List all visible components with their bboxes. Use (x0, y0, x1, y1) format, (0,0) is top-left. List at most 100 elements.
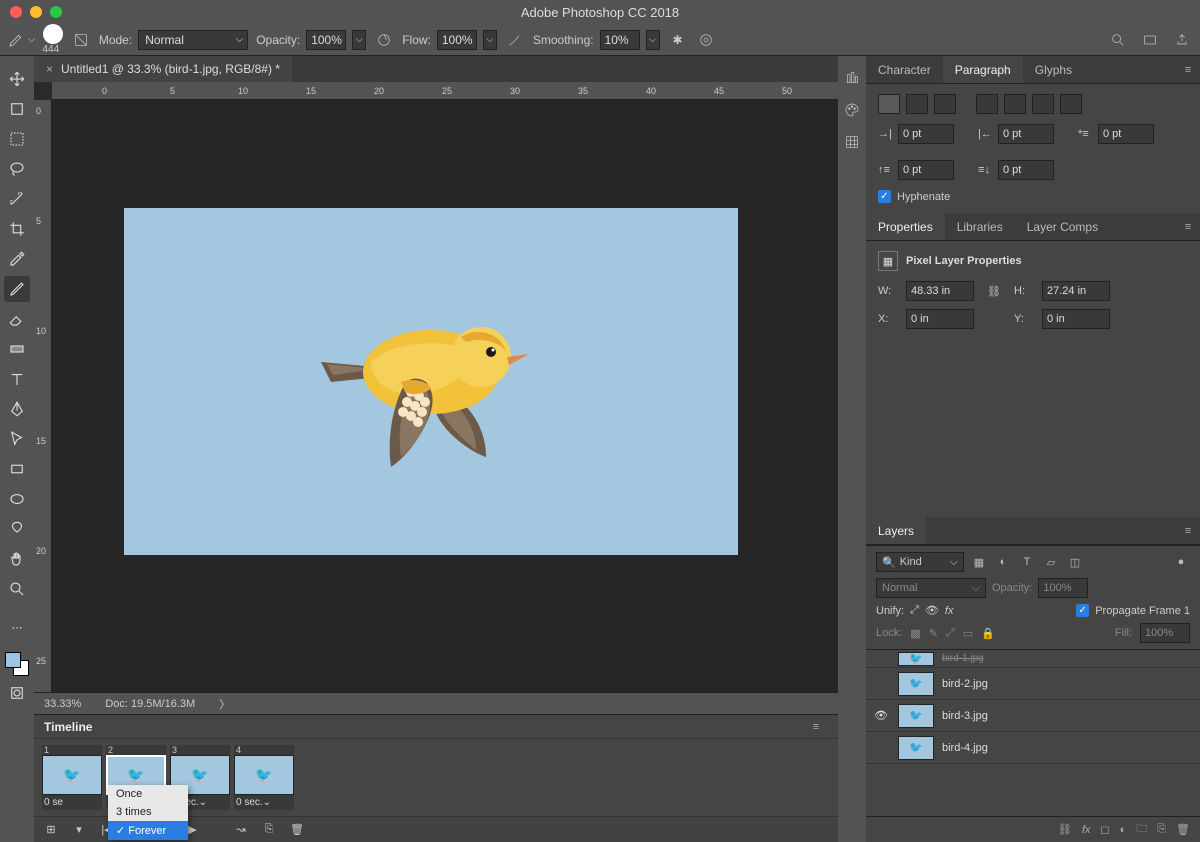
horizontal-ruler[interactable]: 05101520253035404550 (52, 82, 838, 100)
layer-name[interactable]: bird-4.jpg (942, 742, 988, 754)
layer-fill-input[interactable]: 100% (1140, 623, 1190, 643)
new-layer-icon[interactable]: ⎘ (1157, 823, 1166, 836)
layer-mask-icon[interactable]: ◻ (1100, 823, 1109, 836)
panel-tab-layer-comps[interactable]: Layer Comps (1015, 213, 1110, 240)
mode-dropdown[interactable]: Normal (138, 30, 248, 50)
color-panel-icon[interactable] (842, 100, 862, 120)
share-icon[interactable] (1172, 30, 1192, 50)
crop-tool-icon[interactable] (4, 216, 30, 242)
convert-timeline-icon[interactable]: ⊞ (42, 823, 60, 836)
properties-panel-menu-icon[interactable]: ≡ (1176, 213, 1200, 240)
frame-delay-dropdown[interactable]: 0 sec.⌄ (234, 795, 294, 810)
layer-filter-kind-dropdown[interactable]: 🔍Kind ⌵ (876, 552, 964, 572)
ellipse-tool-icon[interactable] (4, 486, 30, 512)
indent-left-input[interactable]: 0 pt (898, 124, 954, 144)
loop-option[interactable]: Once (108, 785, 188, 803)
layer-visibility-icon[interactable]: 👁 (872, 709, 890, 722)
doc-size-label[interactable]: Doc: 19.5M/16.3M (105, 698, 195, 710)
delete-layer-icon[interactable]: 🗑 (1176, 823, 1190, 836)
smoothing-chevron-icon[interactable]: ⌵ (646, 30, 660, 50)
frame-delay-dropdown[interactable]: 0 se (42, 795, 102, 810)
magic-wand-tool-icon[interactable] (4, 186, 30, 212)
space-before-input[interactable]: 0 pt (898, 160, 954, 180)
filter-smart-icon[interactable]: ◫ (1066, 556, 1084, 569)
canvas-viewport[interactable] (52, 100, 838, 692)
gradient-tool-icon[interactable] (4, 336, 30, 362)
justify-right-button[interactable] (1032, 94, 1054, 114)
filter-type-icon[interactable]: T (1018, 556, 1036, 568)
smoothing-input[interactable]: 10% (600, 30, 640, 50)
move-tool-icon[interactable] (4, 66, 30, 92)
flow-input[interactable]: 100% (437, 30, 477, 50)
timeline-frame[interactable]: 1🐦0 se (42, 745, 102, 810)
search-icon[interactable] (1108, 30, 1128, 50)
filter-toggle-icon[interactable]: ● (1172, 556, 1190, 568)
filter-pixel-icon[interactable]: ▦ (970, 556, 988, 569)
height-input[interactable]: 27.24 in (1042, 281, 1110, 301)
width-input[interactable]: 48.33 in (906, 281, 974, 301)
type-panel-menu-icon[interactable]: ≡ (1176, 56, 1200, 83)
indent-first-input[interactable]: 0 pt (1098, 124, 1154, 144)
layer-row[interactable]: 👁🐦bird-3.jpg (866, 700, 1200, 732)
layers-tab[interactable]: Layers (866, 517, 926, 544)
link-dimensions-icon[interactable]: ⛓ (984, 285, 1004, 298)
eraser-tool-icon[interactable] (4, 306, 30, 332)
link-layers-icon[interactable]: ⛓ (1058, 823, 1072, 836)
vertical-ruler[interactable]: 0510152025 (34, 100, 52, 692)
layer-row[interactable]: 🐦bird-1.jpg (866, 650, 1200, 668)
pen-tool-icon[interactable] (4, 396, 30, 422)
lock-all-icon[interactable]: 🔒 (981, 627, 995, 640)
lock-transparency-icon[interactable]: ▩ (910, 627, 920, 640)
window-arrange-icon[interactable] (1140, 30, 1160, 50)
justify-left-button[interactable] (976, 94, 998, 114)
unify-style-icon[interactable]: fx (945, 605, 954, 617)
status-chevron-icon[interactable]: 〉 (219, 696, 230, 712)
layer-row[interactable]: 🐦 bird-4.jpg (866, 732, 1200, 764)
layer-thumbnail[interactable]: 🐦 (898, 704, 934, 728)
canvas[interactable] (124, 208, 738, 555)
panel-tab-properties[interactable]: Properties (866, 213, 945, 240)
blend-mode-dropdown[interactable]: Normal⌵ (876, 578, 986, 598)
timeline-frame[interactable]: 4🐦0 sec.⌄ (234, 745, 294, 810)
airbrush-icon[interactable] (505, 30, 525, 50)
marquee-tool-icon[interactable] (4, 126, 30, 152)
loop-option[interactable]: Forever (108, 821, 188, 840)
opacity-chevron-icon[interactable]: ⌵ (352, 30, 366, 50)
panel-tab-libraries[interactable]: Libraries (945, 213, 1015, 240)
timeline-menu-icon[interactable]: ≡ (804, 721, 828, 733)
y-input[interactable]: 0 in (1042, 309, 1110, 329)
custom-shape-tool-icon[interactable] (4, 516, 30, 542)
hand-tool-icon[interactable] (4, 546, 30, 572)
artboard-tool-icon[interactable] (4, 96, 30, 122)
symmetry-icon[interactable] (696, 30, 716, 50)
brush-tool-icon[interactable] (4, 276, 30, 302)
lasso-tool-icon[interactable] (4, 156, 30, 182)
history-panel-icon[interactable] (842, 68, 862, 88)
adjustment-layer-icon[interactable]: ◐ (1120, 824, 1127, 836)
duplicate-frame-icon[interactable]: ⎘ (260, 823, 278, 836)
layer-row[interactable]: 🐦bird-2.jpg (866, 668, 1200, 700)
close-tab-icon[interactable]: × (46, 62, 53, 76)
zoom-tool-icon[interactable] (4, 576, 30, 602)
indent-right-input[interactable]: 0 pt (998, 124, 1054, 144)
panel-tab-character[interactable]: Character (866, 56, 943, 83)
panel-tab-glyphs[interactable]: Glyphs (1023, 56, 1084, 83)
layer-thumbnail[interactable]: 🐦 (898, 736, 934, 760)
layers-panel-menu-icon[interactable]: ≡ (1176, 517, 1200, 544)
lock-artboard-icon[interactable]: ▭ (963, 627, 973, 640)
document-tab[interactable]: × Untitled1 @ 33.3% (bird-1.jpg, RGB/8#)… (34, 56, 292, 82)
brush-panel-icon[interactable] (71, 30, 91, 50)
align-center-button[interactable] (906, 94, 928, 114)
unify-visibility-icon[interactable]: 👁 (925, 604, 939, 617)
opacity-input[interactable]: 100% (306, 30, 346, 50)
layer-thumbnail[interactable]: 🐦 (898, 672, 934, 696)
align-left-button[interactable] (878, 94, 900, 114)
path-select-tool-icon[interactable] (4, 426, 30, 452)
maximize-window-button[interactable] (50, 6, 62, 18)
hyphenate-checkbox[interactable]: ✓ (878, 190, 891, 203)
foreground-color-swatch[interactable] (5, 652, 21, 668)
delete-frame-icon[interactable]: 🗑 (288, 823, 306, 836)
swatches-panel-icon[interactable] (842, 132, 862, 152)
lock-position-icon[interactable]: ⤢ (946, 627, 955, 640)
zoom-level[interactable]: 33.33% (44, 698, 81, 710)
